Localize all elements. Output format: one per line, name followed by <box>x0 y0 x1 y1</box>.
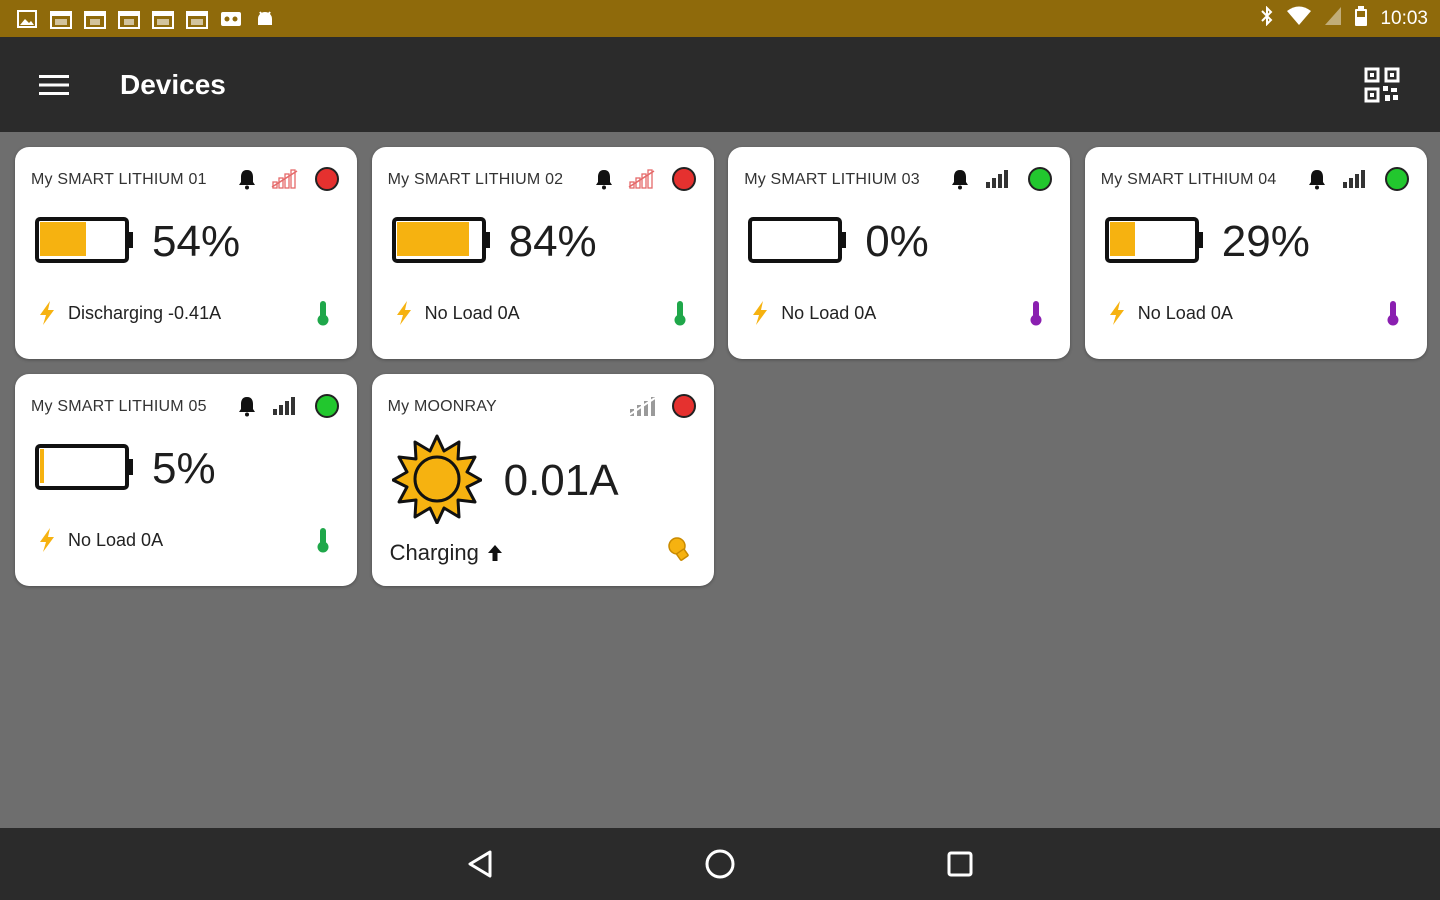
lightning-bolt-icon <box>40 301 54 325</box>
qr-code-icon <box>1364 67 1400 102</box>
battery-level-icon <box>1104 217 1203 263</box>
battery-percent: 84% <box>508 217 597 266</box>
menu-button[interactable] <box>38 69 70 101</box>
load-status: No Load 0A <box>781 303 877 323</box>
thermometer-icon <box>1030 301 1042 326</box>
hamburger-icon <box>39 74 69 95</box>
calendar-icon <box>118 9 140 29</box>
lightning-bolt-icon <box>753 301 768 325</box>
battery-percent: 54% <box>152 217 241 266</box>
notification-icons <box>16 9 276 29</box>
connection-status-dot <box>1028 167 1053 191</box>
connection-status-dot <box>315 394 339 418</box>
clock: 10:03 <box>1380 7 1428 29</box>
signal-off-icon <box>628 397 656 416</box>
load-status: No Load 0A <box>68 530 164 550</box>
battery-level-icon <box>391 217 490 263</box>
app-bar: Devices <box>0 37 1440 132</box>
calendar-icon <box>50 9 72 29</box>
bell-icon[interactable] <box>237 168 257 190</box>
battery-percent: 29% <box>1221 217 1310 266</box>
bell-icon[interactable] <box>594 168 614 190</box>
device-name: My MOONRAY <box>387 398 497 415</box>
charging-label: Charging <box>389 540 479 565</box>
arrow-up-icon <box>487 545 502 561</box>
load-status: Discharging -0.41A <box>68 303 222 323</box>
device-card[interactable]: My SMART LITHIUM 05 5% No Load 0A <box>15 374 357 586</box>
device-name: My SMART LITHIUM 02 <box>387 171 564 188</box>
wifi-icon <box>1286 6 1312 32</box>
battery-level-icon <box>748 217 847 263</box>
calendar-icon <box>186 9 208 29</box>
back-button[interactable] <box>460 844 500 884</box>
battery-level-icon <box>35 217 133 263</box>
signal-strength-icon <box>1342 170 1365 188</box>
connection-status-dot <box>671 394 696 418</box>
sun-icon <box>391 434 482 524</box>
lightning-bolt-icon <box>1109 301 1124 325</box>
device-name: My SMART LITHIUM 05 <box>31 398 207 415</box>
voicemail-icon <box>220 9 242 29</box>
device-card[interactable]: My SMART LITHIUM 01 54% Discharging -0.4… <box>15 147 357 359</box>
thermometer-icon <box>674 301 686 326</box>
device-card[interactable]: My SMART LITHIUM 02 84% No Load 0A <box>371 147 714 359</box>
signal-strength-icon <box>986 170 1009 188</box>
connection-status-dot <box>315 167 339 191</box>
device-name: My SMART LITHIUM 01 <box>31 171 207 188</box>
device-card[interactable]: My SMART LITHIUM 04 29% No Load 0A <box>1084 147 1427 359</box>
device-grid: My SMART LITHIUM 01 54% Discharging -0.4… <box>15 147 1427 586</box>
signal-strength-icon <box>273 397 295 415</box>
battery-percent: 0% <box>865 217 929 266</box>
bell-icon[interactable] <box>237 395 257 417</box>
calendar-icon <box>152 9 174 29</box>
thermometer-icon <box>1387 301 1399 326</box>
thermometer-icon <box>317 301 329 326</box>
qr-scan-button[interactable] <box>1362 65 1402 105</box>
home-button[interactable] <box>700 844 740 884</box>
lightning-bolt-icon <box>396 301 411 325</box>
lightning-bolt-icon <box>40 528 54 552</box>
android-icon <box>254 9 276 29</box>
page-title: Devices <box>120 68 226 100</box>
recents-button[interactable] <box>940 844 980 884</box>
signal-strength-icon <box>628 169 655 189</box>
load-status: No Load 0A <box>1137 303 1233 323</box>
charging-status: Charging <box>390 540 503 566</box>
device-name: My SMART LITHIUM 04 <box>1100 171 1277 188</box>
bell-icon[interactable] <box>1307 168 1327 190</box>
load-status: No Load 0A <box>424 303 520 323</box>
back-icon <box>468 850 492 878</box>
current-value: 0.01A <box>503 456 619 505</box>
recents-icon <box>947 851 973 877</box>
calendar-icon <box>84 9 106 29</box>
battery-icon <box>1354 5 1368 32</box>
image-icon <box>16 9 38 29</box>
bluetooth-icon <box>1260 5 1274 32</box>
light-bulb-icon <box>667 537 689 561</box>
no-sim-icon <box>1324 6 1342 32</box>
thermometer-icon <box>317 528 329 553</box>
device-card-moonray[interactable]: My MOONRAY 0.01A Charging <box>371 374 714 586</box>
navigation-bar <box>0 828 1440 900</box>
bell-icon[interactable] <box>950 168 970 190</box>
battery-percent: 5% <box>152 444 216 493</box>
device-name: My SMART LITHIUM 03 <box>744 171 920 188</box>
connection-status-dot <box>671 167 696 191</box>
connection-status-dot <box>1384 167 1409 191</box>
device-card[interactable]: My SMART LITHIUM 03 0% No Load 0A <box>728 147 1071 359</box>
status-bar: 10:03 <box>0 0 1440 37</box>
signal-strength-icon <box>271 169 298 189</box>
battery-level-icon <box>35 444 133 490</box>
home-icon <box>705 849 735 879</box>
system-status: 10:03 <box>1260 5 1428 32</box>
